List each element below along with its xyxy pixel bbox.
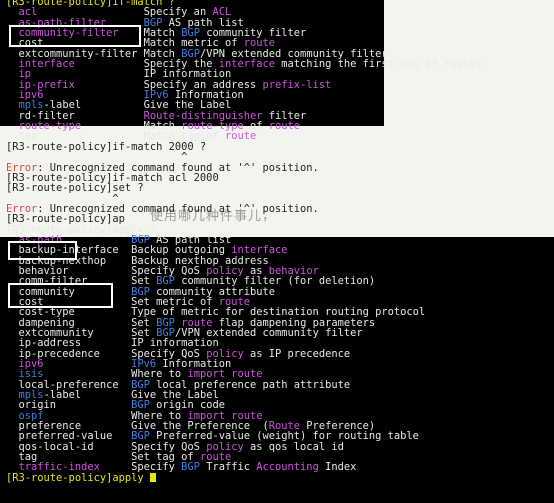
terminal-text: [R3-route-policy]apply bbox=[6, 471, 150, 484]
terminal-text: Index bbox=[318, 461, 357, 474]
terminal-text: BGP bbox=[181, 461, 200, 474]
highlight-box-as-path bbox=[8, 241, 77, 260]
terminal-text: as IP precedence bbox=[243, 347, 351, 360]
terminal-text: Accounting bbox=[256, 461, 319, 474]
terminal-output[interactable]: [R3-route-policy]if-match ? acl Specify … bbox=[6, 0, 481, 483]
highlight-box-comm-filter bbox=[8, 283, 113, 308]
text-cursor bbox=[149, 472, 156, 482]
terminal-text: route bbox=[268, 120, 301, 133]
terminal-text: prefix-list bbox=[262, 78, 332, 91]
highlight-box-as-path-filter bbox=[9, 25, 141, 47]
terminal-text: Traffic bbox=[199, 461, 257, 474]
terminal-text: matching the first hop of routes bbox=[275, 58, 482, 71]
terminal-text: route bbox=[224, 130, 257, 143]
terminal-text: as qos local id bbox=[243, 440, 344, 453]
terminal-line: [R3-route-policy]apply bbox=[6, 473, 481, 483]
